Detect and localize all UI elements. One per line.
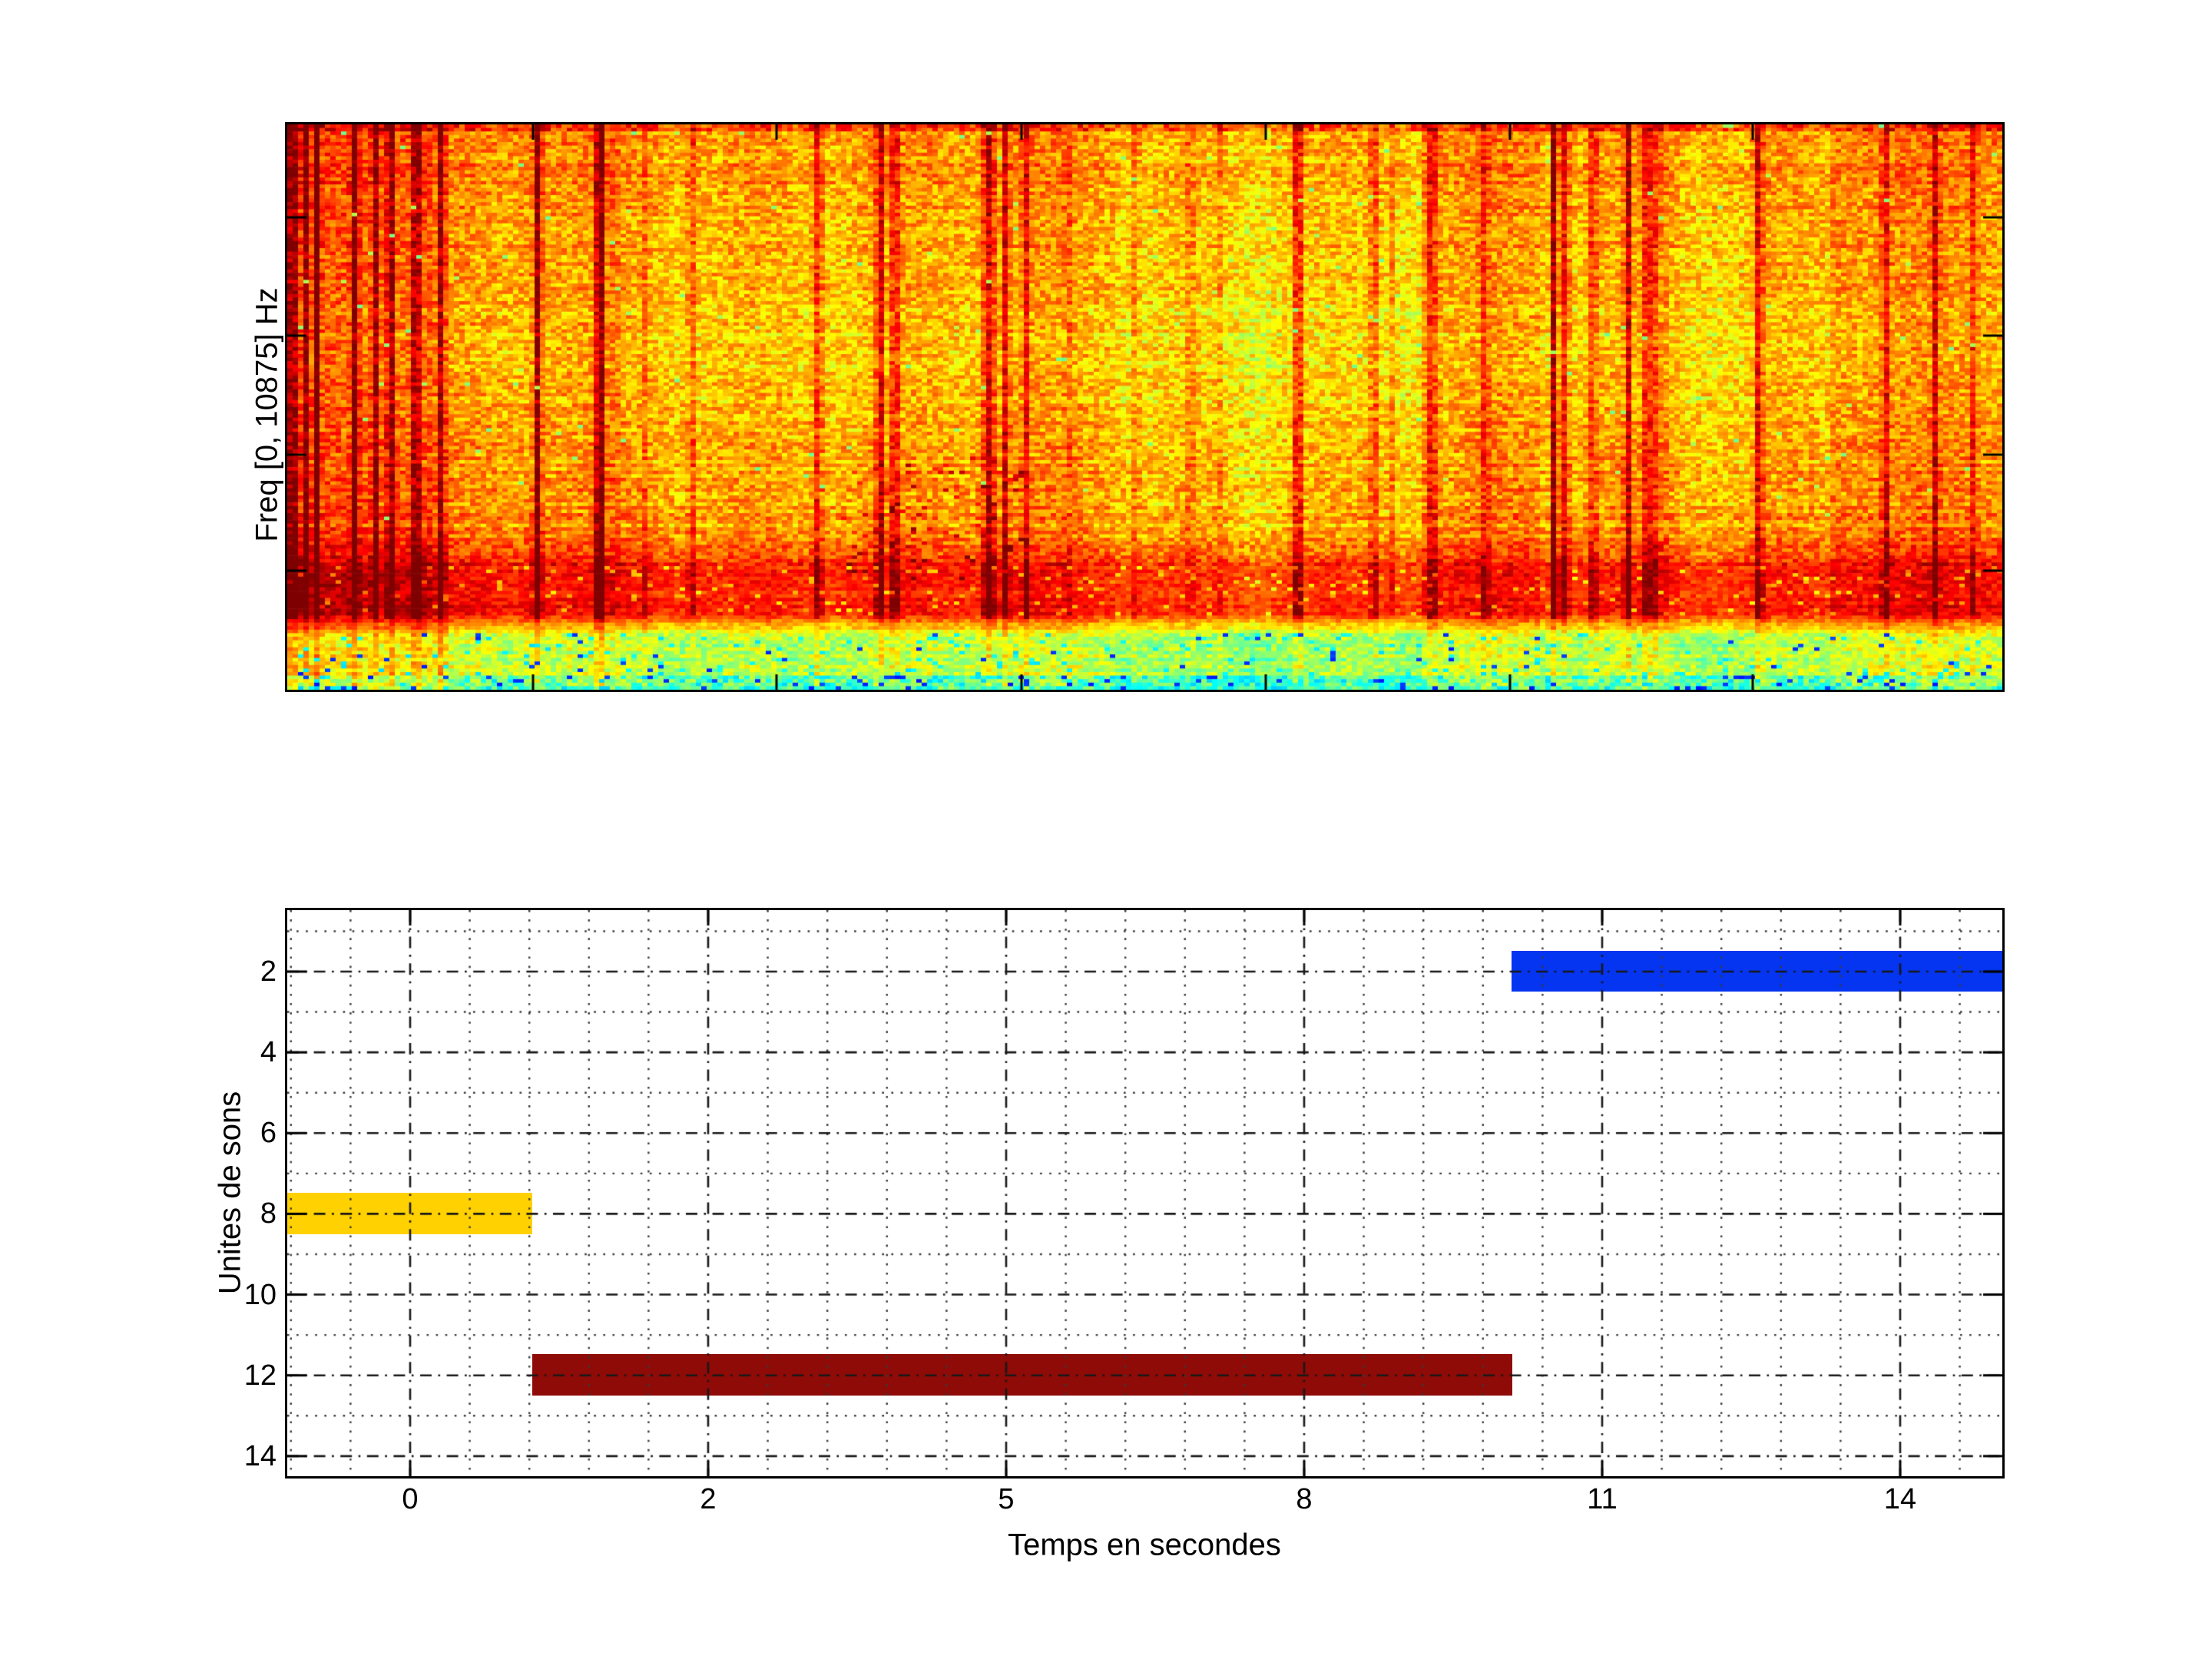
x-tick-label: 14 <box>1884 1481 1916 1518</box>
y-tick-label: 6 <box>169 1114 276 1151</box>
y-tick-label: 12 <box>169 1357 276 1394</box>
y-tick-label: 10 <box>169 1277 276 1313</box>
y-tick-label: 4 <box>169 1034 276 1071</box>
spectrogram-plot <box>285 122 2005 692</box>
y-tick-label: 2 <box>169 953 276 990</box>
x-tick-label: 8 <box>1296 1481 1312 1518</box>
matlab-figure: Freq [0, 10875] Hz Unites de sons Temps … <box>0 0 2212 1659</box>
y-tick-label: 14 <box>169 1438 276 1475</box>
spectrogram-ylabel: Freq [0, 10875] Hz <box>250 287 285 541</box>
x-tick-label: 0 <box>402 1481 418 1518</box>
x-tick-label: 11 <box>1587 1481 1617 1518</box>
x-tick-label: 5 <box>998 1481 1014 1518</box>
x-tick-label: 2 <box>700 1481 716 1518</box>
y-tick-label: 8 <box>169 1195 276 1232</box>
grid-and-ticks <box>287 910 2002 1476</box>
spectrogram-image <box>287 124 2002 690</box>
units-plot <box>285 908 2005 1479</box>
time-xlabel: Temps en secondes <box>1008 1528 1281 1563</box>
